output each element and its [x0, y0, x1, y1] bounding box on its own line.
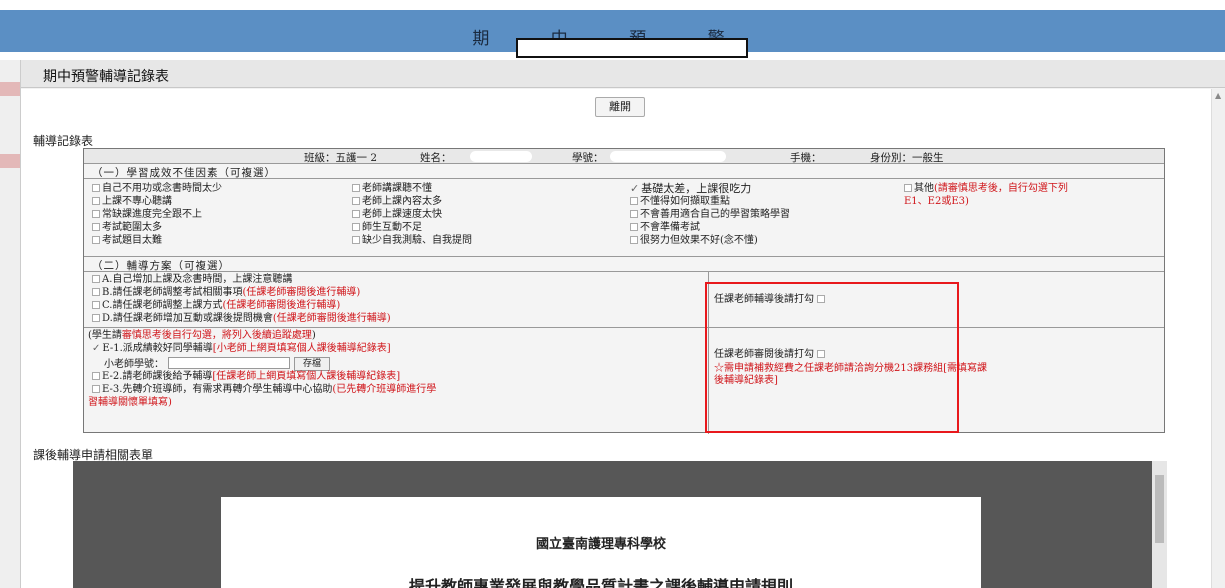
leave-button[interactable]: 離開: [595, 97, 645, 117]
document-subtitle: 提升教師專業發展與教學品質計畫之課後輔導申請規則: [408, 577, 793, 588]
factor-checkbox[interactable]: 考試題目太難: [92, 235, 162, 246]
factor-checkbox[interactable]: 師生互動不足: [352, 222, 422, 233]
panel-scrollbar[interactable]: ▲: [1211, 89, 1225, 588]
document-viewer[interactable]: 國立臺南護理專科學校 提升教師專業發展與教學品質計畫之課後輔導申請規則: [73, 461, 1167, 588]
section1-body: 自己不用功或念書時間太少 上課不專心聽講 常缺課進度完全跟不上 考試範圍太多 考…: [84, 179, 1164, 257]
record-heading: 輔導記錄表: [33, 134, 94, 148]
phone-label: 手機：: [790, 152, 822, 164]
section2-title-row: （二）輔導方案（可複選）: [84, 257, 1164, 272]
factor-checkbox[interactable]: 老師上課內容太多: [352, 196, 442, 207]
factor-checkbox[interactable]: 不會善用適合自己的學習策略學習: [630, 209, 790, 220]
panel-title: 期中預警輔導記錄表: [43, 69, 169, 85]
factor-checkbox[interactable]: 老師講課聽不懂: [352, 183, 432, 194]
left-strip: [0, 60, 20, 588]
identity-label: 身份別：一般生: [870, 152, 944, 164]
document-scrollbar[interactable]: [1152, 461, 1167, 588]
section3-body: (學生請審慎思考後自行勾選，將列入後續追蹤處理) ✓ E-1.派成績較好同學輔導[…: [84, 328, 1164, 434]
row-divider: [84, 327, 1164, 328]
highlight-box: [705, 282, 959, 433]
plan-e3-checkbox[interactable]: E-3.先轉介班導師，有需求再轉介學生輔導中心協助(已先轉介班導師進行學: [92, 384, 436, 395]
factor-checkbox[interactable]: 不會準備考試: [630, 222, 700, 233]
plan-e1-checkbox[interactable]: ✓ E-1.派成績較好同學輔導[小老師上網頁填寫個人課後輔導紀錄表]: [92, 343, 391, 354]
scroll-up-icon[interactable]: ▲: [1215, 91, 1221, 100]
save-button[interactable]: 存檔: [294, 357, 331, 371]
plan-e2-checkbox[interactable]: E-2.請老師課後給予輔導[任課老師上網頁填寫個人課後輔導紀錄表]: [92, 371, 400, 382]
factor-checkbox-checked[interactable]: ✓ 基礎太差，上課很吃力: [630, 183, 751, 194]
tutor-row: 小老師學號： 存檔: [104, 357, 331, 371]
left-strip-mark: [0, 154, 20, 168]
factor-checkbox[interactable]: 缺少自我測驗、自我提問: [352, 235, 472, 246]
document-title: 國立臺南護理專科學校: [535, 537, 666, 552]
factor-checkbox[interactable]: 上課不專心聽講: [92, 196, 172, 207]
document-scroll-thumb[interactable]: [1155, 475, 1164, 543]
factor-checkbox[interactable]: 老師上課速度太快: [352, 209, 442, 220]
plan-d-checkbox[interactable]: D.請任課老師增加互動或課後提問機會(任課老師審閱後進行輔導): [92, 313, 391, 324]
name-label: 姓名：: [420, 152, 452, 164]
factor-checkbox[interactable]: 很努力但效果不好(念不懂): [630, 235, 758, 246]
dialog-panel: 期中預警輔導記錄表 離開 輔導記錄表 班級：五護一 2 姓名： 學號： 手機： …: [20, 60, 1225, 588]
section3-intro: (學生請審慎思考後自行勾選，將列入後續追蹤處理): [88, 330, 316, 341]
section2-title: （二）輔導方案（可複選）: [92, 260, 230, 272]
section1-title-row: （一）學習成效不佳因素（可複選）: [84, 164, 1164, 179]
factor-checkbox[interactable]: 自己不用功或念書時間太少: [92, 183, 222, 194]
id-label: 學號：: [572, 152, 604, 164]
factor-checkbox[interactable]: 考試範圍太多: [92, 222, 162, 233]
section2-body: A.自己增加上課及念書時間，上課注意聽講 B.請任課老師調整考試相關事項(任課老…: [84, 272, 1164, 328]
document-page: 國立臺南護理專科學校 提升教師專業發展與教學品質計畫之課後輔導申請規則: [221, 497, 981, 588]
factor-checkbox[interactable]: 不懂得如何擷取重點: [630, 196, 730, 207]
record-table: 班級：五護一 2 姓名： 學號： 手機： 身份別：一般生 （一）學習成效不佳因素…: [83, 148, 1165, 434]
plan-b-checkbox[interactable]: B.請任課老師調整考試相關事項(任課老師審閱後進行輔導): [92, 287, 360, 298]
id-redaction: [610, 151, 726, 162]
left-strip-mark: [0, 82, 20, 96]
name-redaction: [470, 151, 532, 162]
tutor-id-input[interactable]: [168, 357, 290, 369]
section1-title: （一）學習成效不佳因素（可複選）: [92, 167, 276, 179]
panel-header: 期中預警輔導記錄表: [21, 60, 1225, 88]
e3-note: 習輔導關懷單填寫): [88, 397, 172, 408]
redaction-box: [516, 38, 748, 58]
student-info-row: 班級：五護一 2 姓名： 學號： 手機： 身份別：一般生: [84, 149, 1164, 164]
class-label: 班級：五護一 2: [304, 152, 378, 164]
other-note: E1、E2或E3): [904, 196, 969, 207]
panel-content: 離開 輔導記錄表 班級：五護一 2 姓名： 學號： 手機： 身份別：一般生 （一…: [21, 89, 1211, 588]
plan-c-checkbox[interactable]: C.請任課老師調整上課方式(任課老師審閱後進行輔導): [92, 300, 340, 311]
other-checkbox[interactable]: 其他(請審慎思考後，自行勾選下列: [904, 183, 1068, 194]
plan-a-checkbox[interactable]: A.自己增加上課及念書時間，上課注意聽講: [92, 274, 292, 285]
factor-checkbox[interactable]: 常缺課進度完全跟不上: [92, 209, 202, 220]
